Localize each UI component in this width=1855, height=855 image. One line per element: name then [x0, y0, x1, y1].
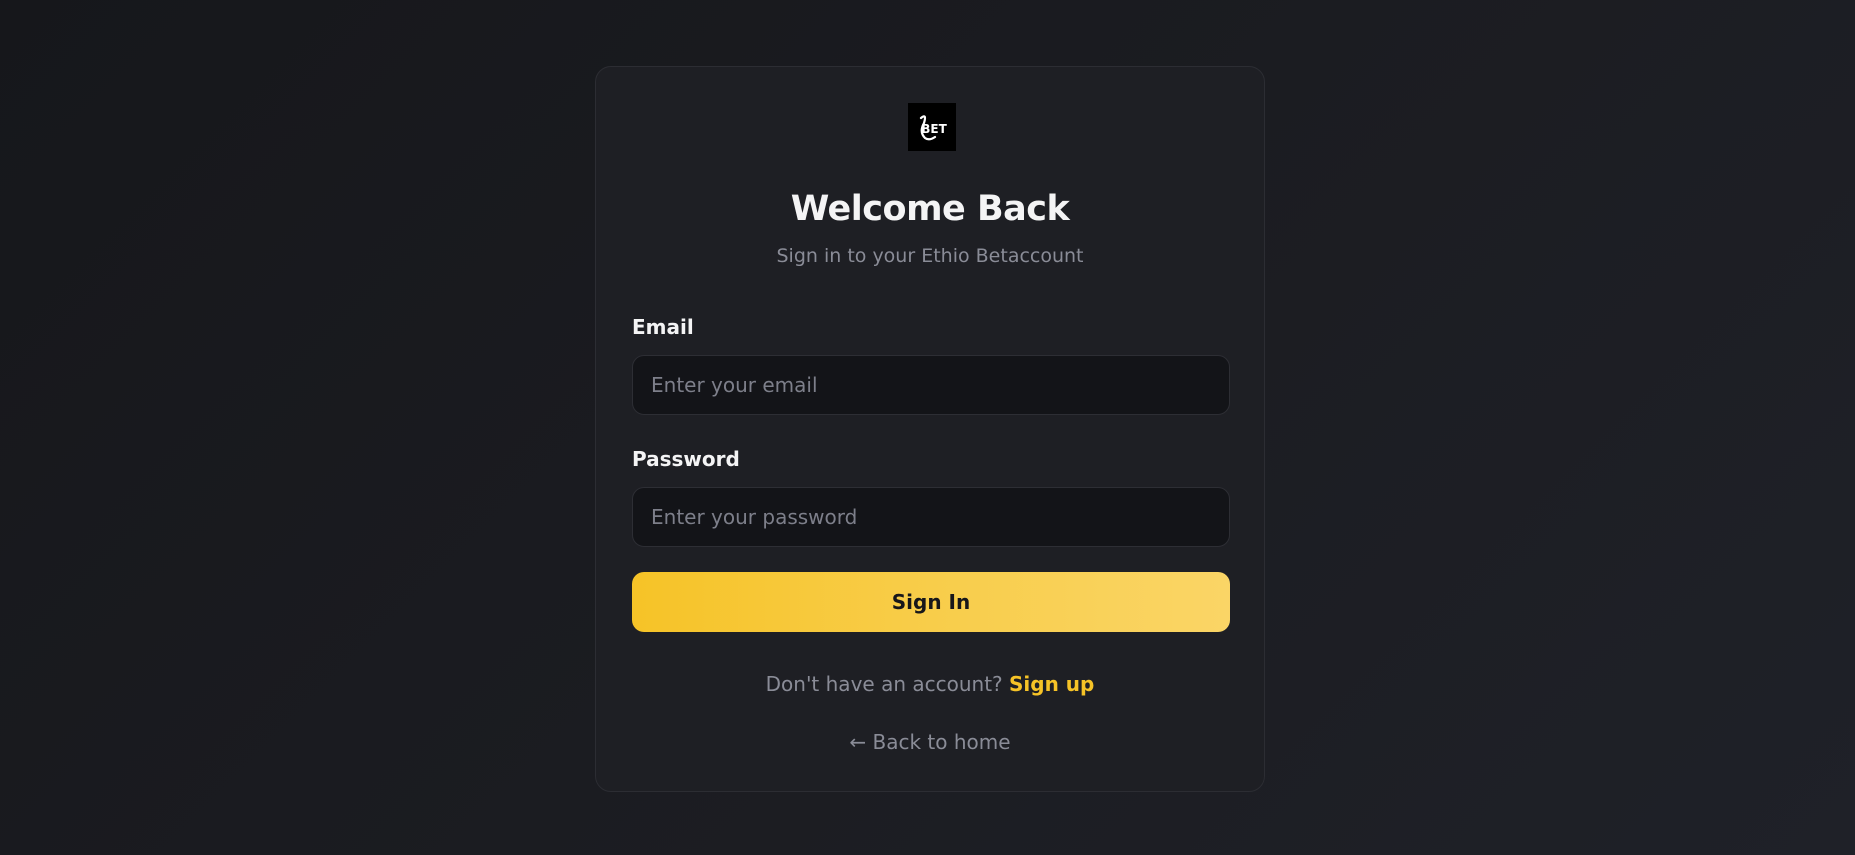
brand-logo: BET [908, 103, 956, 151]
sign-in-button[interactable]: Sign In [632, 572, 1230, 632]
login-card: BET Welcome Back Sign in to your Ethio B… [595, 66, 1265, 792]
sign-up-link[interactable]: Sign up [1009, 672, 1094, 696]
password-label: Password [632, 447, 740, 471]
page-title: Welcome Back [790, 189, 1070, 229]
logo-text: BET [921, 122, 947, 136]
signup-prompt-text: Don't have an account? [765, 672, 1010, 696]
signup-prompt-row: Don't have an account? Sign up [596, 670, 1264, 698]
bet-logo-icon: BET [919, 115, 948, 141]
email-label: Email [632, 315, 694, 339]
password-input[interactable] [632, 487, 1230, 547]
page-subtitle: Sign in to your Ethio Betaccount [776, 245, 1084, 267]
back-to-home-link[interactable]: ← Back to home [596, 728, 1264, 756]
email-input[interactable] [632, 355, 1230, 415]
